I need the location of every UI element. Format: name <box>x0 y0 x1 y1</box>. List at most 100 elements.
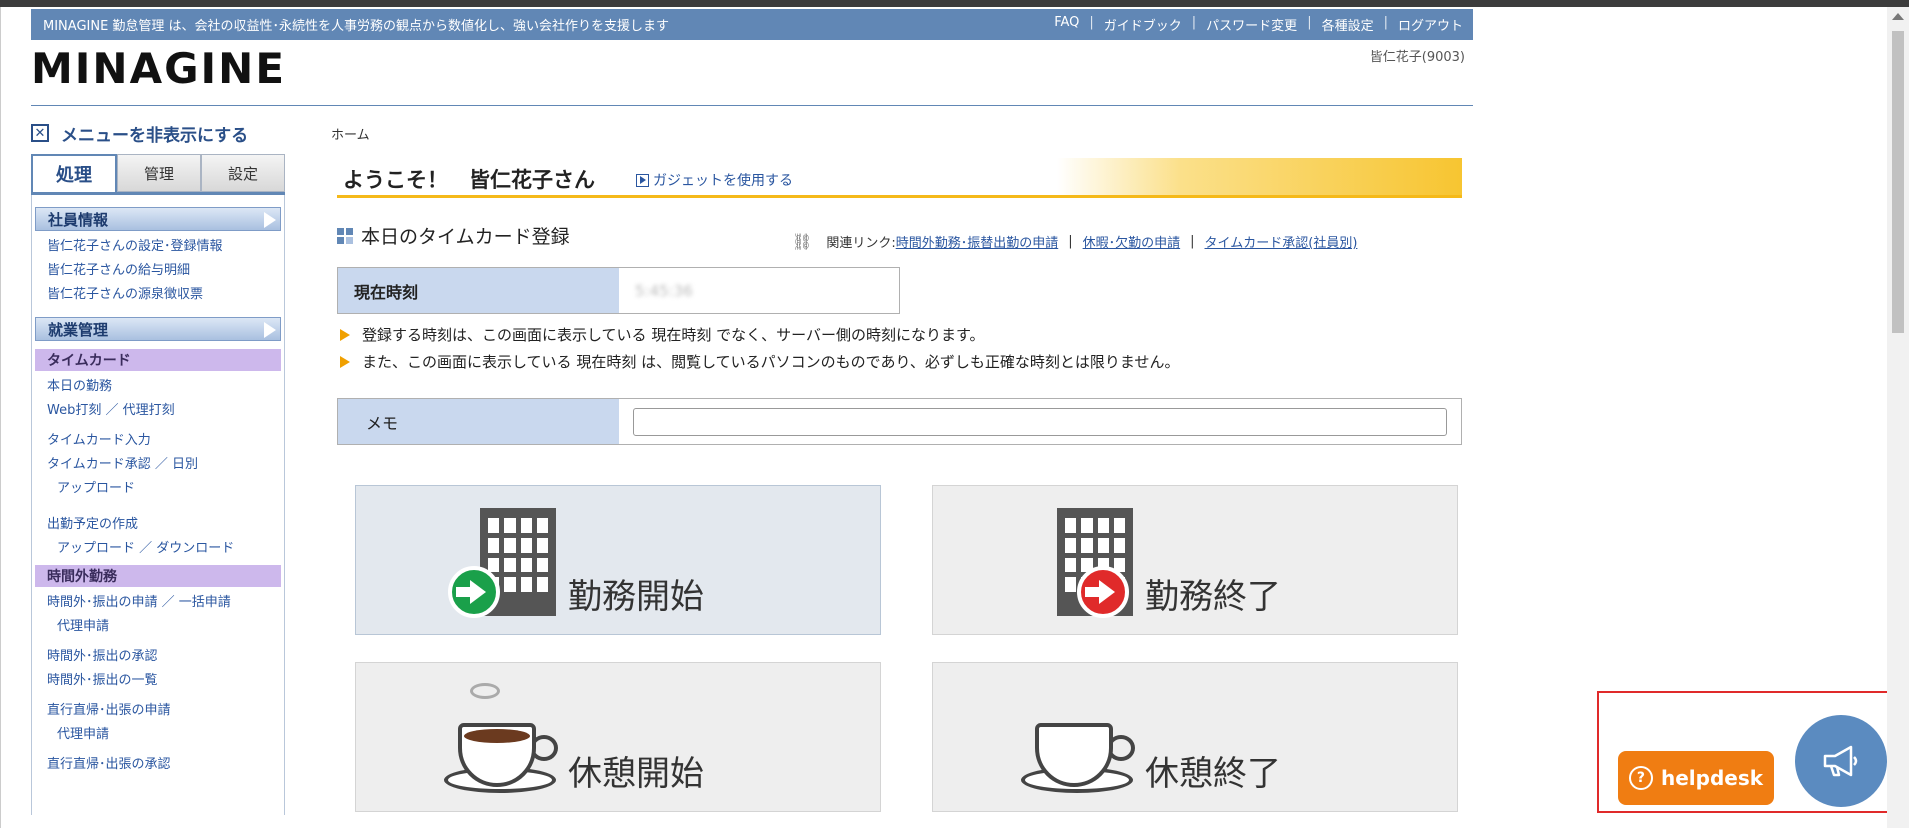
arrow-out-icon <box>1077 566 1129 618</box>
sidebar-link-overtime-list[interactable]: 時間外･振出の一覧 <box>35 669 281 693</box>
note-text: 登録する時刻は、この画面に表示している 現在時刻 でなく、サーバー側の時刻になり… <box>362 326 985 344</box>
timecard-title-text: 本日のタイムカード登録 <box>361 226 570 248</box>
sidebar-link-schedule[interactable]: 出勤予定の作成 <box>35 513 281 537</box>
question-icon: ? <box>1628 766 1653 790</box>
sidebar-link-web-punch[interactable]: Web打刻 ／ 代理打刻 <box>35 399 281 423</box>
welcome-title: ようこそ！ 皆仁花子さん <box>343 168 595 192</box>
scroll-up-icon[interactable] <box>1892 13 1904 20</box>
sidebar-link-upload-download[interactable]: アップロード ／ ダウンロード <box>35 537 281 561</box>
play-icon <box>636 173 649 187</box>
sidebar-link-trip-proxy[interactable]: 代理申請 <box>35 723 281 747</box>
use-gadget-link[interactable]: ガジェットを使用する <box>636 170 793 190</box>
note-item: 登録する時刻は、この画面に表示している 現在時刻 でなく、サーバー側の時刻になり… <box>340 324 984 345</box>
section-work-management[interactable]: 就業管理 <box>35 317 281 341</box>
guidebook-link[interactable]: ガイドブック <box>1104 15 1182 34</box>
break-start-label: 休憩開始 <box>568 754 704 794</box>
sidebar-link-overtime-approve[interactable]: 時間外･振出の承認 <box>35 645 281 669</box>
separator: | <box>1089 15 1094 30</box>
coffee-cup-icon <box>444 683 558 799</box>
scrollbar-thumb[interactable] <box>1892 31 1904 333</box>
sidebar-link-today[interactable]: 本日の勤務 <box>35 375 281 399</box>
section-label: 就業管理 <box>48 320 109 339</box>
separator: | <box>1190 234 1195 249</box>
separator: | <box>1068 234 1073 249</box>
separator: | <box>1307 15 1312 30</box>
breadcrumb[interactable]: ホーム <box>331 124 370 143</box>
sidebar-link-payslip[interactable]: 皆仁花子さんの給与明細 <box>35 259 281 283</box>
helpdesk-label: helpdesk <box>1660 766 1764 790</box>
banner-links: FAQ | ガイドブック | パスワード変更 | 各種設定 | ログアウト <box>1054 15 1463 34</box>
tab-manage[interactable]: 管理 <box>117 154 201 192</box>
megaphone-icon <box>1823 745 1858 777</box>
subsection-timecard: タイムカード <box>35 349 281 371</box>
triangle-bullet-icon <box>340 328 350 341</box>
break-end-button[interactable]: 休憩終了 <box>932 662 1458 812</box>
separator: | <box>1191 15 1197 30</box>
empty-cup-icon <box>1021 683 1135 799</box>
clock-out-button[interactable]: 勤務終了 <box>932 485 1458 635</box>
window-edge <box>0 7 1 828</box>
tab-settings[interactable]: 設定 <box>201 154 285 192</box>
grid-icon <box>337 227 353 244</box>
sidebar-link-withholding[interactable]: 皆仁花子さんの源泉徴収票 <box>35 283 281 307</box>
sidebar-link-profile[interactable]: 皆仁花子さんの設定･登録情報 <box>35 235 281 259</box>
tab-process[interactable]: 処理 <box>31 154 117 192</box>
close-box-icon: ✕ <box>31 124 49 142</box>
hide-menu-label: メニューを非表示にする <box>61 125 249 146</box>
clock-in-label: 勤務開始 <box>568 577 704 617</box>
memo-input[interactable] <box>633 407 1447 436</box>
subsection-overtime: 時間外勤務 <box>35 565 281 587</box>
browser-top-strip <box>0 0 1909 7</box>
helpdesk-button[interactable]: ? helpdesk <box>1618 751 1774 805</box>
use-gadget-label: ガジェットを使用する <box>653 173 793 189</box>
header-divider <box>31 105 1473 106</box>
sidebar-link-timecard-input[interactable]: タイムカード入力 <box>35 429 281 453</box>
chain-link-icon: ⛓ <box>792 232 813 251</box>
note-text: また、この画面に表示している 現在時刻 は、閲覧しているパソコンのものであり、必… <box>362 353 1180 371</box>
welcome-underline <box>337 195 1462 198</box>
related-link-leave[interactable]: 休暇･欠勤の申請 <box>1083 232 1181 251</box>
sidebar-menu: 社員情報 皆仁花子さんの設定･登録情報 皆仁花子さんの給与明細 皆仁花子さんの源… <box>31 195 285 815</box>
sidebar-link-trip-request[interactable]: 直行直帰･出張の申請 <box>35 699 281 723</box>
related-links: ⛓ 関連リンク: 時間外勤務･振替出勤の申請 | 休暇･欠勤の申請 | タイムカ… <box>792 232 1357 251</box>
sidebar: ✕ メニューを非表示にする 処理 管理 設定 社員情報 皆仁花子さんの設定･登録… <box>31 118 285 828</box>
triangle-bullet-icon <box>340 355 350 368</box>
vertical-scrollbar[interactable] <box>1887 7 1909 828</box>
logout-link[interactable]: ログアウト <box>1398 15 1463 34</box>
separator: | <box>1383 15 1388 30</box>
faq-link[interactable]: FAQ <box>1054 15 1079 34</box>
sidebar-link-overtime-request[interactable]: 時間外･振出の申請 ／ 一括申請 <box>35 591 281 615</box>
sidebar-link-trip-approve[interactable]: 直行直帰･出張の承認 <box>35 753 281 777</box>
arrow-in-icon <box>448 566 500 618</box>
sidebar-link-timecard-approve[interactable]: タイムカード承認 ／ 日別 <box>35 453 281 477</box>
memo-row: メモ <box>337 398 1462 445</box>
related-label: 関連リンク: <box>826 236 896 251</box>
section-label: 社員情報 <box>48 210 109 229</box>
related-link-timecard-approve[interactable]: タイムカード承認(社員別) <box>1205 232 1358 251</box>
sidebar-link-upload[interactable]: アップロード <box>35 477 281 501</box>
sidebar-link-proxy-request[interactable]: 代理申請 <box>35 615 281 639</box>
break-end-label: 休憩終了 <box>1145 754 1281 794</box>
settings-link[interactable]: 各種設定 <box>1322 15 1374 34</box>
current-time-row: 現在時刻 5:45:36 <box>337 267 900 314</box>
break-start-button[interactable]: 休憩開始 <box>355 662 881 812</box>
top-banner: MINAGINE 勤怠管理 は、会社の収益性･永続性を人事労務の観点から数値化し… <box>31 9 1473 40</box>
note-item: また、この画面に表示している 現在時刻 は、閲覧しているパソコンのものであり、必… <box>340 351 1179 372</box>
triangle-right-icon <box>264 212 276 228</box>
banner-tagline: MINAGINE 勤怠管理 は、会社の収益性･永続性を人事労務の観点から数値化し… <box>43 19 670 34</box>
memo-label: メモ <box>338 399 619 444</box>
related-link-overtime[interactable]: 時間外勤務･振替出勤の申請 <box>896 232 1059 251</box>
memo-input-wrap <box>619 399 1461 444</box>
triangle-right-icon <box>264 322 276 338</box>
current-time-label: 現在時刻 <box>338 268 619 313</box>
section-employee-info[interactable]: 社員情報 <box>35 207 281 231</box>
timecard-title: 本日のタイムカード登録 <box>337 222 570 249</box>
clock-in-button[interactable]: 勤務開始 <box>355 485 881 635</box>
sidebar-tabs: 処理 管理 設定 <box>31 154 285 195</box>
user-name: 皆仁花子(9003) <box>1369 50 1465 65</box>
minagine-logo[interactable]: MINAGINE <box>31 44 286 93</box>
clock-out-label: 勤務終了 <box>1145 577 1281 617</box>
announcement-button[interactable] <box>1795 715 1887 807</box>
hide-menu-toggle[interactable]: ✕ メニューを非表示にする <box>31 118 285 148</box>
change-password-link[interactable]: パスワード変更 <box>1206 15 1297 34</box>
